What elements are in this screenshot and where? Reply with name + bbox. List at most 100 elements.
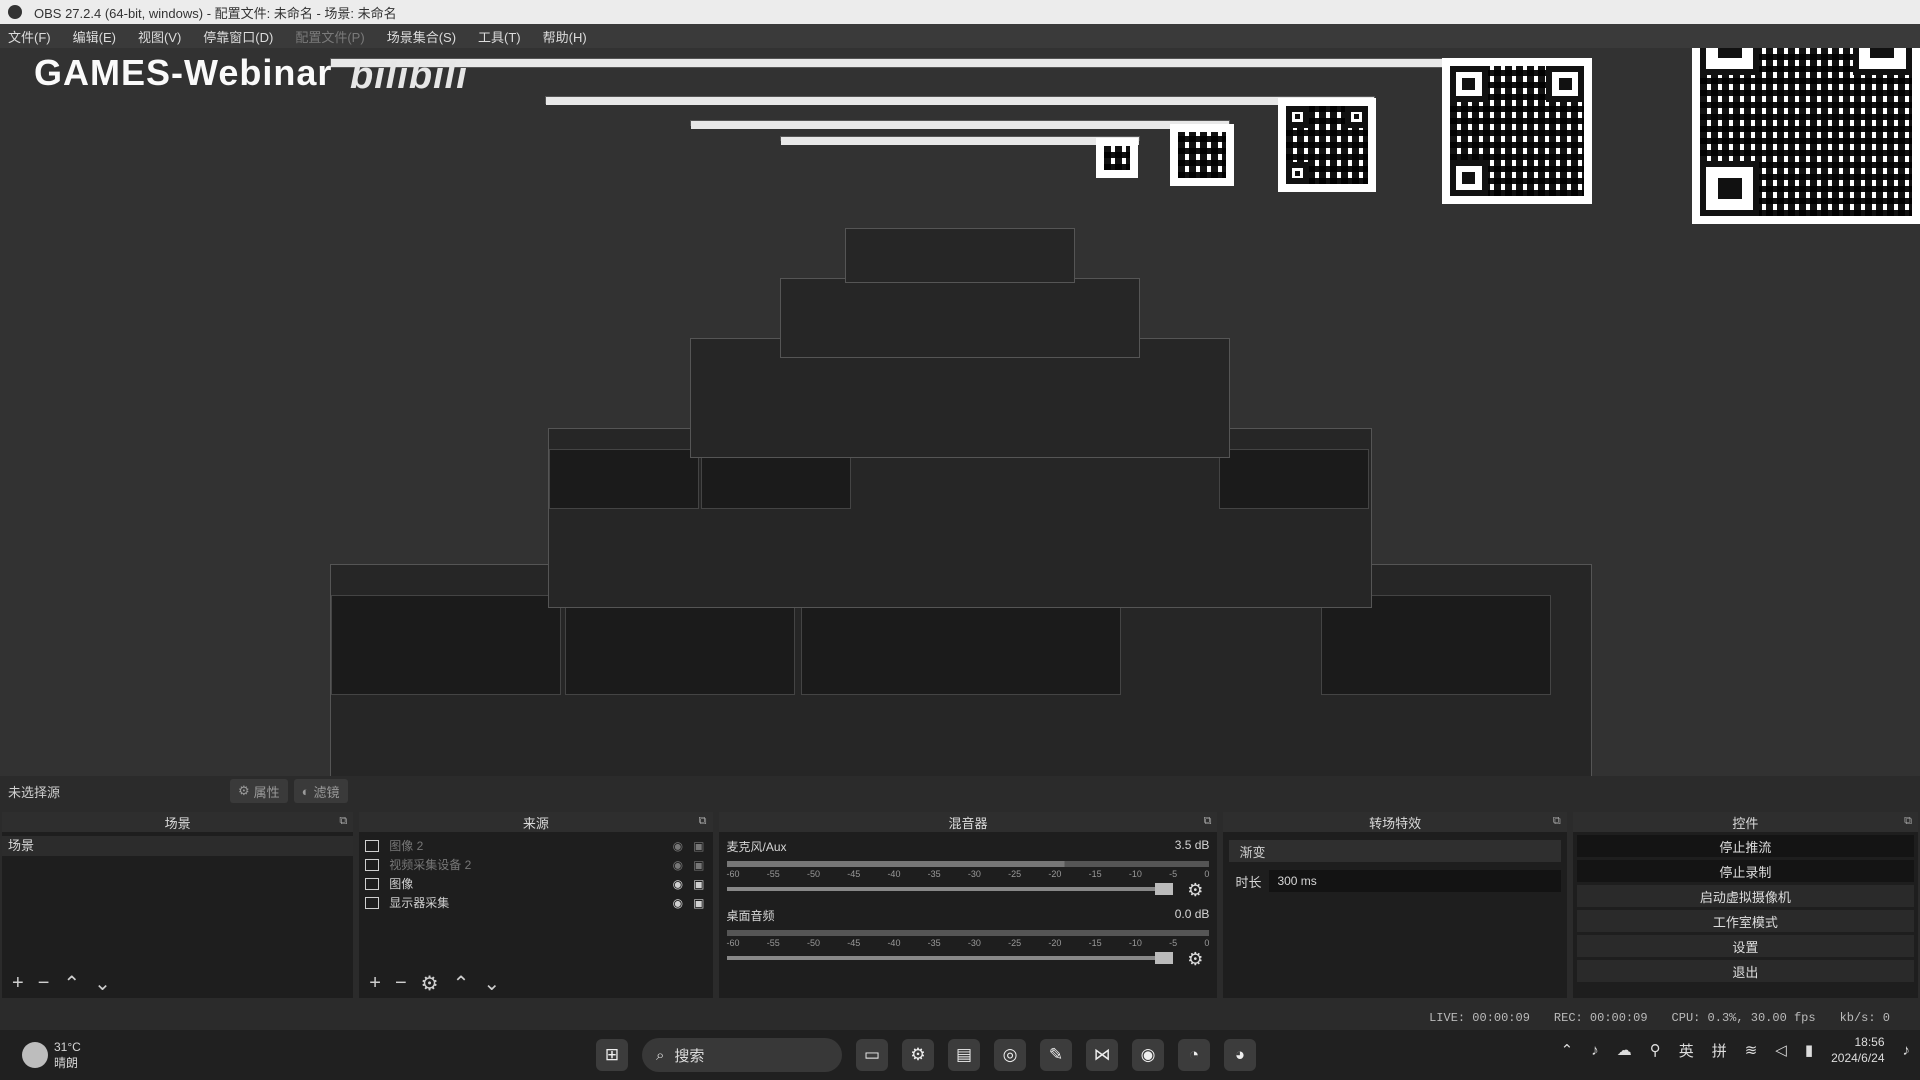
- clock[interactable]: 18:56 2024/6/24: [1831, 1034, 1884, 1066]
- visibility-eye-icon[interactable]: ◉: [673, 877, 683, 891]
- context-bar: 未选择源 ⚙ 属性 ◐ 滤镜: [0, 776, 1920, 806]
- move-up-icon[interactable]: ⌃: [63, 971, 80, 996]
- remove-icon[interactable]: −: [38, 972, 50, 995]
- qr-code-2: [1442, 58, 1592, 204]
- cpu-status: CPU: 0.3%, 30.00 fps: [1671, 1011, 1816, 1025]
- menu-view[interactable]: 视图(V): [138, 27, 181, 46]
- taskbar-search[interactable]: ⌕ 搜索: [642, 1038, 842, 1072]
- visibility-eye-icon[interactable]: ◉: [673, 896, 683, 910]
- speaker-icon[interactable]: ♪: [1591, 1042, 1599, 1059]
- slider-handle[interactable]: [1155, 952, 1174, 964]
- battery-icon[interactable]: ▮: [1805, 1041, 1813, 1059]
- source-item[interactable]: 图像 ◉ ▣: [359, 874, 712, 893]
- lock-icon[interactable]: ▣: [693, 858, 704, 872]
- volume-slider[interactable]: [726, 952, 1174, 964]
- menu-help[interactable]: 帮助(H): [543, 27, 587, 46]
- notification-icon[interactable]: ♪: [1903, 1042, 1911, 1059]
- gear-icon[interactable]: ⚙: [1187, 880, 1203, 901]
- vscode-icon[interactable]: ⋈: [1086, 1039, 1118, 1071]
- mixer-track: 麦克风/Aux 3.5 dB -60 -55 -50 -45 -40 -35 -30 -25 -2…: [719, 832, 1218, 900]
- popout-icon[interactable]: ⧉: [1904, 815, 1912, 828]
- ime-language[interactable]: 英: [1679, 1040, 1694, 1061]
- obs-icon[interactable]: ◔: [1178, 1039, 1210, 1071]
- preview-canvas[interactable]: [0, 48, 1920, 776]
- source-item[interactable]: 图像 2 ◉ ▣: [359, 836, 712, 855]
- chevron-up-icon[interactable]: ⌃: [1561, 1041, 1574, 1059]
- lock-icon[interactable]: ▣: [693, 896, 704, 910]
- volume-icon[interactable]: ◁: [1775, 1041, 1787, 1059]
- start-icon[interactable]: ⊞: [596, 1039, 628, 1071]
- add-icon[interactable]: +: [369, 972, 381, 995]
- menu-profile[interactable]: 配置文件(P): [295, 27, 364, 46]
- cloud-icon[interactable]: ☁: [1617, 1041, 1632, 1059]
- menu-edit[interactable]: 编辑(E): [73, 27, 116, 46]
- menu-tools[interactable]: 工具(T): [478, 27, 521, 46]
- gear-icon[interactable]: ⚙: [1187, 949, 1203, 970]
- weather-temp: 31°C: [54, 1039, 81, 1054]
- chrome-icon[interactable]: ◉: [1132, 1039, 1164, 1071]
- volume-slider[interactable]: [726, 883, 1174, 895]
- visibility-eye-icon[interactable]: ◉: [673, 839, 683, 853]
- lock-icon[interactable]: ▣: [693, 877, 704, 891]
- browser-icon[interactable]: ◕: [1224, 1039, 1256, 1071]
- meter-tick-label: -60: [726, 938, 740, 948]
- meter-tick-label: 0: [1204, 869, 1210, 879]
- microphone-icon[interactable]: ⚲: [1650, 1041, 1661, 1059]
- filters-label: 滤镜: [313, 784, 340, 800]
- spotify-icon[interactable]: ◎: [994, 1039, 1026, 1071]
- ime-mode[interactable]: 拼: [1712, 1040, 1727, 1061]
- nested-titlebar-4: [780, 136, 1140, 145]
- filters-button[interactable]: ◐ 滤镜: [293, 779, 348, 803]
- slider-handle[interactable]: [1155, 883, 1174, 895]
- menu-scene-collection[interactable]: 场景集合(S): [387, 27, 456, 46]
- meter-tick-label: -45: [847, 869, 861, 879]
- weather-icon: [22, 1042, 48, 1068]
- task-view-icon[interactable]: ▭: [856, 1039, 888, 1071]
- move-up-icon[interactable]: ⌃: [453, 971, 470, 996]
- stop-streaming-button[interactable]: 停止推流: [1576, 835, 1914, 857]
- settings-app-icon[interactable]: ⚙: [902, 1039, 934, 1071]
- move-down-icon[interactable]: ⌄: [94, 971, 111, 996]
- search-label: 搜索: [674, 1047, 705, 1065]
- meter-ticks: -60 -55 -50 -45 -40 -35 -30 -25 -20 -15 -10 -5 0: [727, 869, 1210, 879]
- studio-mode-button[interactable]: 工作室模式: [1576, 910, 1914, 932]
- file-explorer-icon[interactable]: ▤: [948, 1039, 980, 1071]
- transitions-title: 转场特效: [1369, 815, 1422, 831]
- add-icon[interactable]: +: [12, 972, 24, 995]
- settings-button[interactable]: 设置: [1576, 935, 1914, 957]
- transitions-dock: 转场特效 ⧉ 渐变 时长 300 ms: [1223, 812, 1567, 998]
- weather-desc: 晴朗: [54, 1055, 79, 1070]
- menu-docks[interactable]: 停靠窗口(D): [203, 27, 273, 46]
- move-down-icon[interactable]: ⌄: [483, 971, 500, 996]
- qr-code-4: [1170, 124, 1234, 186]
- gear-icon[interactable]: ⚙: [421, 971, 439, 996]
- popout-icon[interactable]: ⧉: [339, 815, 347, 828]
- track-db: 0.0 dB: [1174, 907, 1210, 921]
- virtual-camera-button[interactable]: 启动虚拟摄像机: [1576, 885, 1914, 907]
- duration-input[interactable]: 300 ms: [1269, 870, 1561, 892]
- properties-button[interactable]: ⚙ 属性: [230, 779, 288, 803]
- meter-tick-label: -20: [1048, 938, 1062, 948]
- weather-widget[interactable]: 31°C 晴朗: [0, 1040, 200, 1071]
- popout-icon[interactable]: ⧉: [699, 815, 707, 828]
- popout-icon[interactable]: ⧉: [1553, 815, 1561, 828]
- visibility-eye-icon[interactable]: ◉: [673, 858, 683, 872]
- menu-file[interactable]: 文件(F): [8, 27, 51, 46]
- notepad-icon[interactable]: ✎: [1040, 1039, 1072, 1071]
- wifi-icon[interactable]: ≋: [1745, 1041, 1758, 1059]
- stop-recording-button[interactable]: 停止录制: [1576, 860, 1914, 882]
- taskbar: 31°C 晴朗 ⊞ ⌕ 搜索 ▭ ⚙ ▤ ◎ ✎ ⋈ ◉ ◔ ◕ ⌃ ♪ ☁ ⚲ 英…: [0, 1030, 1920, 1080]
- docks-area: 场景 ⧉ 场景 + − ⌃ ⌄ 来源 ⧉ 图像 2 ◉ ▣ 视频采集设备 2 ◉ ▣ 图像 ◉ ▣ 显…: [0, 812, 1920, 998]
- source-item[interactable]: 显示器采集 ◉ ▣: [359, 893, 712, 912]
- lock-icon[interactable]: ▣: [693, 839, 704, 853]
- scenes-dock: 场景 ⧉ 场景 + − ⌃ ⌄: [2, 812, 354, 998]
- transition-select[interactable]: 渐变: [1229, 840, 1561, 862]
- popout-icon[interactable]: ⧉: [1204, 815, 1212, 828]
- source-item[interactable]: 视频采集设备 2 ◉ ▣: [359, 855, 712, 874]
- scene-item[interactable]: 场景: [2, 836, 354, 856]
- exit-button[interactable]: 退出: [1576, 960, 1914, 982]
- image-icon: [365, 877, 380, 890]
- transitions-header: 转场特效 ⧉: [1223, 812, 1567, 832]
- remove-icon[interactable]: −: [395, 972, 407, 995]
- controls-title: 控件: [1732, 815, 1759, 831]
